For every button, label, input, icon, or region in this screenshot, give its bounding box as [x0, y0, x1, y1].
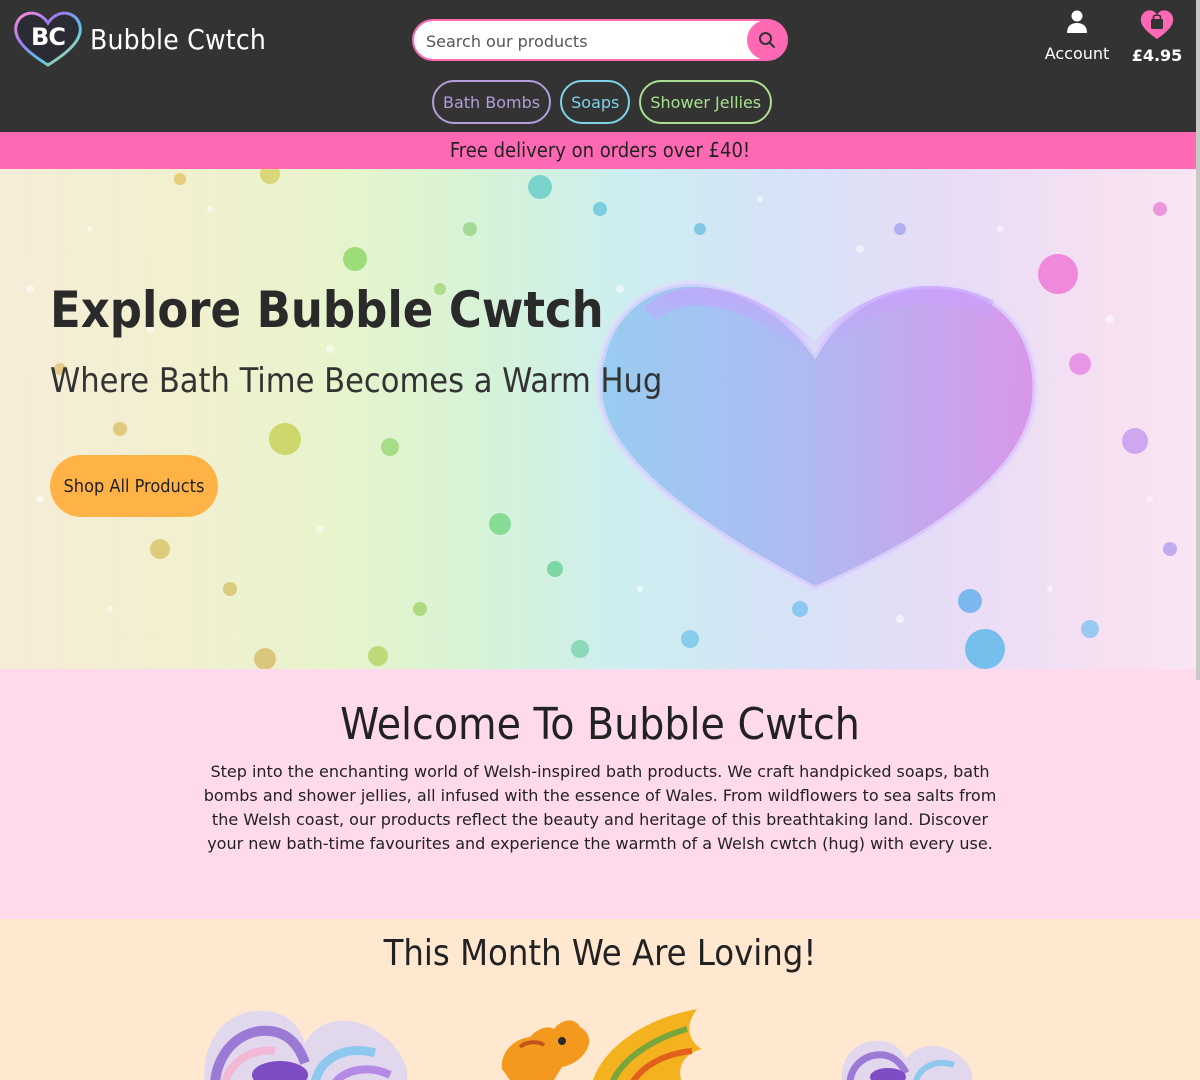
featured-product-dragon[interactable] [492, 1009, 712, 1080]
search-bar [412, 19, 788, 61]
search-icon [759, 32, 775, 48]
hero-banner: Explore Bubble Cwtch Where Bath Time Bec… [0, 169, 1200, 669]
welcome-section: Welcome To Bubble Cwtch Step into the en… [0, 669, 1200, 919]
hero-subtitle: Where Bath Time Becomes a Warm Hug [50, 361, 663, 401]
bath-bomb-image [841, 1040, 973, 1080]
featured-title: This Month We Are Loving! [383, 933, 817, 974]
featured-section: This Month We Are Loving! [0, 919, 1200, 1080]
cart-link[interactable]: £4.95 [1128, 8, 1186, 65]
category-nav: Bath Bombs Soaps Shower Jellies [432, 80, 773, 124]
foam-heart-image [26, 169, 1177, 669]
account-label: Account [1044, 44, 1110, 63]
hero-title: Explore Bubble Cwtch [50, 281, 604, 339]
page-scrollbar[interactable] [1196, 0, 1200, 680]
cart-total: £4.95 [1131, 46, 1183, 65]
shop-all-products-button[interactable]: Shop All Products [50, 455, 218, 517]
search-input[interactable] [426, 27, 746, 55]
featured-product-bath-bomb-heart[interactable] [195, 1003, 415, 1080]
nav-shower-jellies[interactable]: Shower Jellies [639, 80, 773, 124]
shopping-bag-heart-icon [1140, 10, 1174, 39]
welsh-dragon-image [501, 1009, 702, 1080]
welcome-title: Welcome To Bubble Cwtch [340, 699, 860, 750]
welcome-body: Step into the enchanting world of Welsh-… [203, 762, 997, 853]
logo-initials: BC [31, 23, 66, 51]
heart-logo-icon: BC [12, 9, 84, 69]
user-icon [1067, 10, 1087, 33]
nav-bath-bombs[interactable]: Bath Bombs [432, 80, 552, 124]
search-button[interactable] [747, 20, 787, 60]
nav-soaps[interactable]: Soaps [560, 80, 631, 124]
featured-product-bath-bomb-small[interactable] [836, 1037, 976, 1080]
account-link[interactable]: Account [1040, 10, 1114, 63]
site-header: BC Bubble Cwtch Account £4.95 Bath Bombs… [0, 0, 1200, 132]
bath-bomb-image [204, 1010, 408, 1080]
announcement-bar: Free delivery on orders over £40! [0, 132, 1200, 169]
brand-name: Bubble Cwtch [90, 22, 267, 56]
brand-logo[interactable]: BC Bubble Cwtch [12, 9, 266, 69]
